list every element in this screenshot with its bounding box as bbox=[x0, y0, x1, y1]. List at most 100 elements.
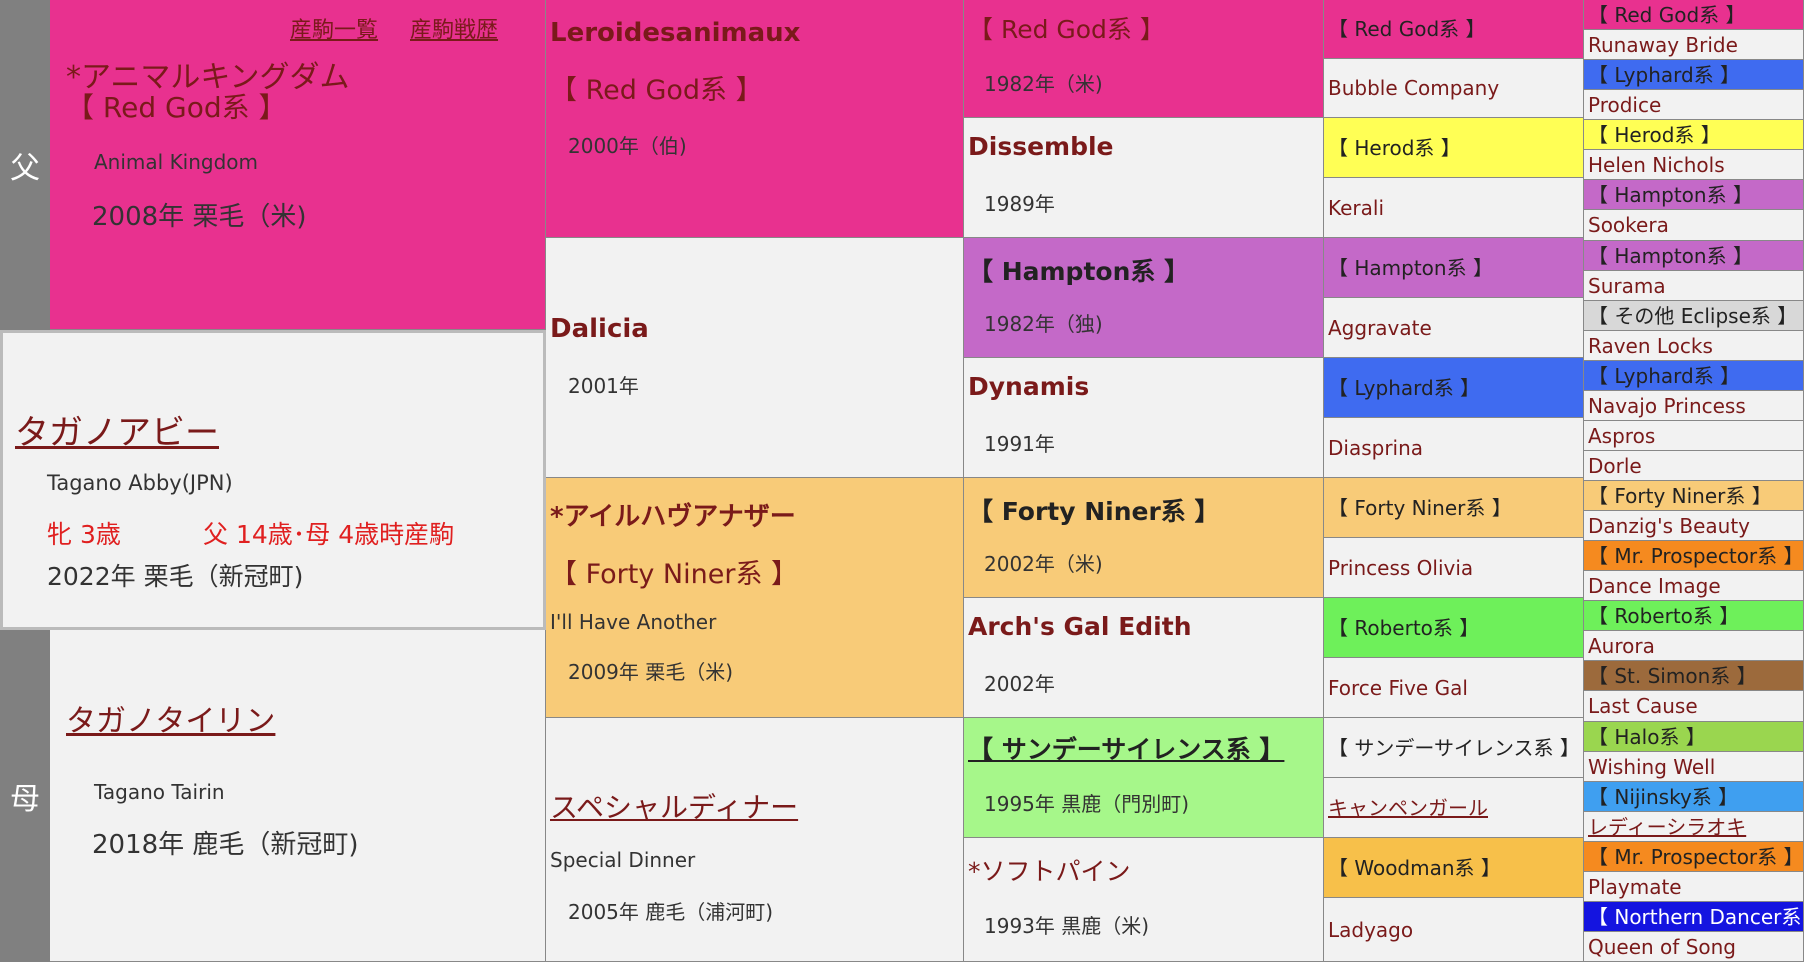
g5-cell-19: 【 Mr. Prospector系 】 bbox=[1584, 541, 1804, 571]
horse-sex-age: 牝 3歳 bbox=[47, 520, 121, 549]
g2-line-1: 【 Red God系 】 bbox=[550, 75, 763, 106]
g4-cell-8: Diasprina bbox=[1324, 418, 1584, 478]
g3-cell-8: *ソフトパイン 1993年 黒鹿（米) bbox=[964, 838, 1324, 962]
g3-name-3: 【 Hampton系 】 bbox=[968, 257, 1190, 286]
g5-cell-2: Runaway Bride bbox=[1584, 30, 1804, 60]
g5-cell-29: 【 Mr. Prospector系 】 bbox=[1584, 842, 1804, 872]
g3-year-4: 1991年 bbox=[984, 432, 1055, 456]
g5-cell-5: 【 Herod系 】 bbox=[1584, 120, 1804, 150]
g3-cell-6: Arch's Gal Edith 2002年 bbox=[964, 598, 1324, 718]
g4-cell-15: 【 Woodman系 】 bbox=[1324, 838, 1584, 898]
g4-cell-12: Force Five Gal bbox=[1324, 658, 1584, 718]
g5-cell-21: 【 Roberto系 】 bbox=[1584, 601, 1804, 631]
sire-birth: 2008年 栗毛（米) bbox=[92, 202, 307, 232]
g5-cell-16: Dorle bbox=[1584, 451, 1804, 481]
g3-year-7: 1995年 黒鹿（門別町) bbox=[984, 792, 1190, 816]
g3-year-8: 1993年 黒鹿（米) bbox=[984, 914, 1150, 938]
g5-cell-27: 【 Nijinsky系 】 bbox=[1584, 782, 1804, 812]
g5-cell-18: Danzig's Beauty bbox=[1584, 511, 1804, 541]
g5-cell-28[interactable]: レディーシラオキ bbox=[1584, 812, 1804, 842]
g3-cell-7: 【 サンデーサイレンス系 】 1995年 黒鹿（門別町) bbox=[964, 718, 1324, 838]
g3-name-5: 【 Forty Niner系 】 bbox=[968, 497, 1220, 526]
horse-birth: 2022年 栗毛（新冠町) bbox=[47, 562, 304, 591]
g4-cell-4: Kerali bbox=[1324, 178, 1584, 238]
sire-line: 【 Red God系 】 bbox=[66, 91, 287, 124]
g3-year-6: 2002年 bbox=[984, 672, 1055, 696]
g4-cell-6: Aggravate bbox=[1324, 298, 1584, 358]
g3-name-6: Arch's Gal Edith bbox=[968, 612, 1192, 641]
g4-cell-9: 【 Forty Niner系 】 bbox=[1324, 478, 1584, 538]
offspring-record-link[interactable]: 産駒戦歴 bbox=[410, 12, 498, 44]
g5-cell-26: Wishing Well bbox=[1584, 752, 1804, 782]
offspring-list-link[interactable]: 産駒一覧 bbox=[290, 12, 378, 44]
g2-cell-2: Dalicia 2001年 bbox=[546, 238, 964, 478]
g4-link-14[interactable]: キャンペンガール bbox=[1328, 796, 1488, 820]
g5-cell-32: Queen of Song bbox=[1584, 932, 1804, 962]
g4-cell-7: 【 Lyphard系 】 bbox=[1324, 358, 1584, 418]
g5-cell-7: 【 Hampton系 】 bbox=[1584, 180, 1804, 210]
g4-cell-2: Bubble Company bbox=[1324, 59, 1584, 118]
g5-cell-24: Last Cause bbox=[1584, 691, 1804, 722]
g2-year-2: 2001年 bbox=[568, 374, 639, 398]
g2-year-4: 2005年 鹿毛（浦河町) bbox=[568, 900, 774, 924]
sire-cell: 産駒一覧 産駒戦歴 *アニマルキングダム 【 Red God系 】 Animal… bbox=[50, 0, 546, 330]
g3-year-1: 1982年（米) bbox=[984, 72, 1103, 96]
g4-cell-3: 【 Herod系 】 bbox=[1324, 118, 1584, 178]
g3-name-2: Dissemble bbox=[968, 132, 1114, 161]
dam-cell: タガノタイリン Tagano Tairin 2018年 鹿毛（新冠町) bbox=[50, 630, 546, 962]
g3-cell-4: Dynamis 1991年 bbox=[964, 358, 1324, 478]
g2-name-3: *アイルハヴアナザー bbox=[550, 502, 796, 532]
g5-cell-6: Helen Nichols bbox=[1584, 150, 1804, 180]
g5-cell-10: Surama bbox=[1584, 271, 1804, 301]
g5-cell-17: 【 Forty Niner系 】 bbox=[1584, 481, 1804, 511]
g4-cell-16: Ladyago bbox=[1324, 898, 1584, 962]
g5-cell-11: 【 その他 Eclipse系 】 bbox=[1584, 301, 1804, 331]
g2-name-2: Dalicia bbox=[550, 314, 649, 344]
g5-cell-12: Raven Locks bbox=[1584, 331, 1804, 361]
g4-cell-1: 【 Red God系 】 bbox=[1324, 0, 1584, 59]
g4-cell-14: キャンペンガール bbox=[1324, 778, 1584, 838]
g2-name-link-4[interactable]: スペシャルディナー bbox=[550, 786, 798, 826]
sire-english-name: Animal Kingdom bbox=[94, 150, 259, 174]
g3-cell-2: Dissemble 1989年 bbox=[964, 118, 1324, 238]
g2-year-1: 2000年（伯) bbox=[568, 134, 687, 158]
g4-cell-13: 【 サンデーサイレンス系 】 bbox=[1324, 718, 1584, 778]
g2-cell-3: *アイルハヴアナザー 【 Forty Niner系 】 I'll Have An… bbox=[546, 478, 964, 718]
g5-cell-22: Aurora bbox=[1584, 631, 1804, 661]
dam-side-label: 母 bbox=[0, 630, 50, 962]
dam-birth: 2018年 鹿毛（新冠町) bbox=[92, 830, 359, 860]
sire-side-label: 父 bbox=[0, 0, 50, 330]
g5-cell-15: Aspros bbox=[1584, 421, 1804, 451]
dam-english-name: Tagano Tairin bbox=[94, 780, 225, 804]
g3-year-5: 2002年（米) bbox=[984, 552, 1103, 576]
g3-name-4: Dynamis bbox=[968, 372, 1090, 401]
g3-name-link-7[interactable]: 【 サンデーサイレンス系 】 bbox=[968, 730, 1284, 766]
g4-cell-10: Princess Olivia bbox=[1324, 538, 1584, 598]
g2-line-3: 【 Forty Niner系 】 bbox=[550, 559, 799, 590]
g5-cell-31: 【 Northern Dancer系 】 bbox=[1584, 902, 1804, 932]
dam-name-link[interactable]: タガノタイリン bbox=[66, 696, 275, 740]
horse-parent-ages: 父 14歳･母 4歳時産駒 bbox=[203, 520, 455, 549]
g5-cell-1: 【 Red God系 】 bbox=[1584, 0, 1804, 30]
g3-year-2: 1989年 bbox=[984, 192, 1055, 216]
g5-cell-9: 【 Hampton系 】 bbox=[1584, 241, 1804, 271]
g5-cell-3: 【 Lyphard系 】 bbox=[1584, 60, 1804, 90]
g3-name-1: 【 Red God系 】 bbox=[968, 15, 1165, 44]
horse-cell: タガノアビー Tagano Abby(JPN) 牝 3歳 父 14歳･母 4歳時… bbox=[0, 330, 546, 630]
g5-cell-13: 【 Lyphard系 】 bbox=[1584, 361, 1804, 391]
g2-en-3: I'll Have Another bbox=[550, 610, 717, 634]
horse-english-name: Tagano Abby(JPN) bbox=[47, 471, 233, 495]
g2-name-1: Leroidesanimaux bbox=[550, 18, 801, 48]
g2-cell-1: Leroidesanimaux 【 Red God系 】 2000年（伯) bbox=[546, 0, 964, 238]
g5-cell-23: 【 St. Simon系 】 bbox=[1584, 661, 1804, 691]
g2-year-3: 2009年 栗毛（米) bbox=[568, 660, 734, 684]
g2-cell-4: スペシャルディナー Special Dinner 2005年 鹿毛（浦河町) bbox=[546, 718, 964, 962]
g5-cell-14: Navajo Princess bbox=[1584, 391, 1804, 421]
g5-cell-8: Sookera bbox=[1584, 210, 1804, 241]
g2-en-4: Special Dinner bbox=[550, 848, 696, 872]
g3-name-8: *ソフトパイン bbox=[968, 857, 1131, 886]
horse-name-link[interactable]: タガノアビー bbox=[15, 405, 219, 454]
g5-cell-30: Playmate bbox=[1584, 872, 1804, 902]
g4-cell-11: 【 Roberto系 】 bbox=[1324, 598, 1584, 658]
g3-cell-5: 【 Forty Niner系 】 2002年（米) bbox=[964, 478, 1324, 598]
